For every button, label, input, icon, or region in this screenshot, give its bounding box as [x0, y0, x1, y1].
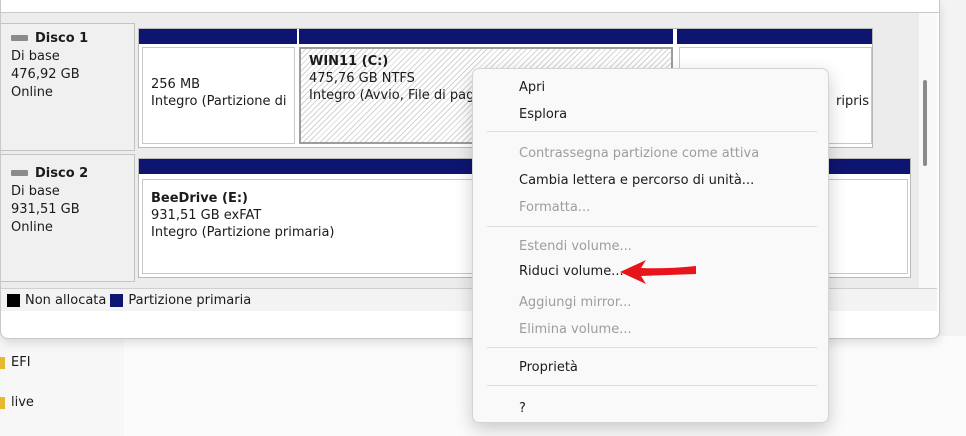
menu-item-explore[interactable]: Esplora — [519, 107, 567, 122]
partition-header — [299, 29, 673, 44]
partition-efi[interactable]: 256 MB Integro (Partizione di — [142, 47, 295, 144]
tree-item-efi[interactable]: EFI — [0, 355, 31, 370]
menu-item-format[interactable]: Formatta... — [519, 200, 590, 215]
disk-1-label[interactable]: Disco 1 Di base 476,92 GB Online — [1, 23, 135, 151]
partition-status: Integro (Partizione di — [151, 94, 287, 109]
navigation-pane — [0, 336, 124, 436]
disk-type: Di base — [11, 49, 60, 64]
context-menu: Apri Esplora Contrassegna partizione com… — [472, 68, 829, 423]
red-arrow-icon — [620, 260, 696, 284]
menu-separator — [487, 226, 817, 227]
partition-header — [139, 29, 297, 44]
partition-size: 256 MB — [151, 77, 201, 92]
menu-item-help[interactable]: ? — [519, 401, 526, 416]
menu-item-shrink[interactable]: Riduci volume... — [519, 264, 624, 279]
tree-item-live[interactable]: live — [0, 395, 34, 410]
folder-icon — [0, 356, 5, 369]
volume-list-edge — [1, 0, 939, 13]
tree-item-label: live — [11, 395, 34, 410]
menu-item-add-mirror[interactable]: Aggiungi mirror... — [519, 295, 631, 310]
disk-size: 476,92 GB — [11, 67, 80, 82]
disk-drive-icon — [11, 35, 28, 41]
disk-status: Online — [11, 220, 53, 235]
menu-item-extend[interactable]: Estendi volume... — [519, 239, 632, 254]
menu-item-mark-active[interactable]: Contrassegna partizione come attiva — [519, 146, 759, 161]
partition-header — [677, 29, 872, 44]
menu-item-change-letter[interactable]: Cambia lettera e percorso di unità... — [519, 173, 754, 188]
menu-item-properties[interactable]: Proprietà — [519, 360, 578, 375]
legend-unallocated: Non allocata — [25, 292, 107, 308]
disk-drive-icon — [11, 170, 28, 176]
menu-separator — [487, 385, 817, 386]
unallocated-swatch — [7, 293, 20, 307]
vertical-scrollbar[interactable] — [919, 13, 937, 288]
menu-separator — [487, 131, 817, 132]
scrollbar-thumb[interactable] — [923, 80, 927, 166]
disk-size: 931,51 GB — [11, 202, 80, 217]
disk-type: Di base — [11, 184, 60, 199]
disk-title: Disco 2 — [35, 166, 89, 181]
menu-item-delete[interactable]: Elimina volume... — [519, 322, 632, 337]
primary-partition-swatch — [110, 293, 124, 307]
disk-status: Online — [11, 85, 53, 100]
disk-title: Disco 1 — [35, 31, 89, 46]
folder-icon — [0, 396, 5, 409]
legend-primary: Partizione primaria — [128, 292, 252, 308]
menu-separator — [487, 347, 817, 348]
disk-2-label[interactable]: Disco 2 Di base 931,51 GB Online — [1, 154, 135, 282]
tree-item-label: EFI — [11, 355, 31, 370]
menu-item-open[interactable]: Apri — [519, 80, 545, 95]
